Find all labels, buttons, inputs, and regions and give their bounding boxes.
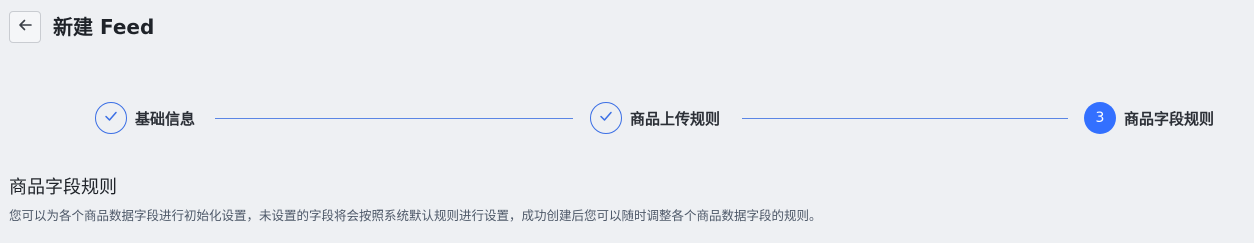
page-header: 新建 Feed <box>9 11 154 43</box>
step-label: 商品字段规则 <box>1124 109 1215 128</box>
step-basic-info: 基础信息 <box>95 102 195 134</box>
section-description: 您可以为各个商品数据字段进行初始化设置，未设置的字段将会按照系统默认规则进行设置… <box>9 208 822 223</box>
step-1-status <box>95 102 127 134</box>
arrow-left-icon <box>17 17 33 37</box>
step-upload-rules: 商品上传规则 <box>590 102 720 134</box>
back-button[interactable] <box>9 11 41 43</box>
step-connector <box>215 118 573 119</box>
step-connector <box>742 118 1068 119</box>
page-title: 新建 Feed <box>53 15 155 39</box>
check-icon <box>103 108 119 128</box>
step-label: 商品上传规则 <box>630 109 721 128</box>
step-3-number: 3 <box>1084 102 1116 134</box>
step-2-status <box>590 102 622 134</box>
step-field-rules: 3 商品字段规则 <box>1084 102 1214 134</box>
step-label: 基础信息 <box>135 109 196 128</box>
check-icon <box>598 108 614 128</box>
steps-indicator: 基础信息 商品上传规则 3 商品字段规则 <box>95 102 1225 134</box>
section-title: 商品字段规则 <box>9 177 117 198</box>
